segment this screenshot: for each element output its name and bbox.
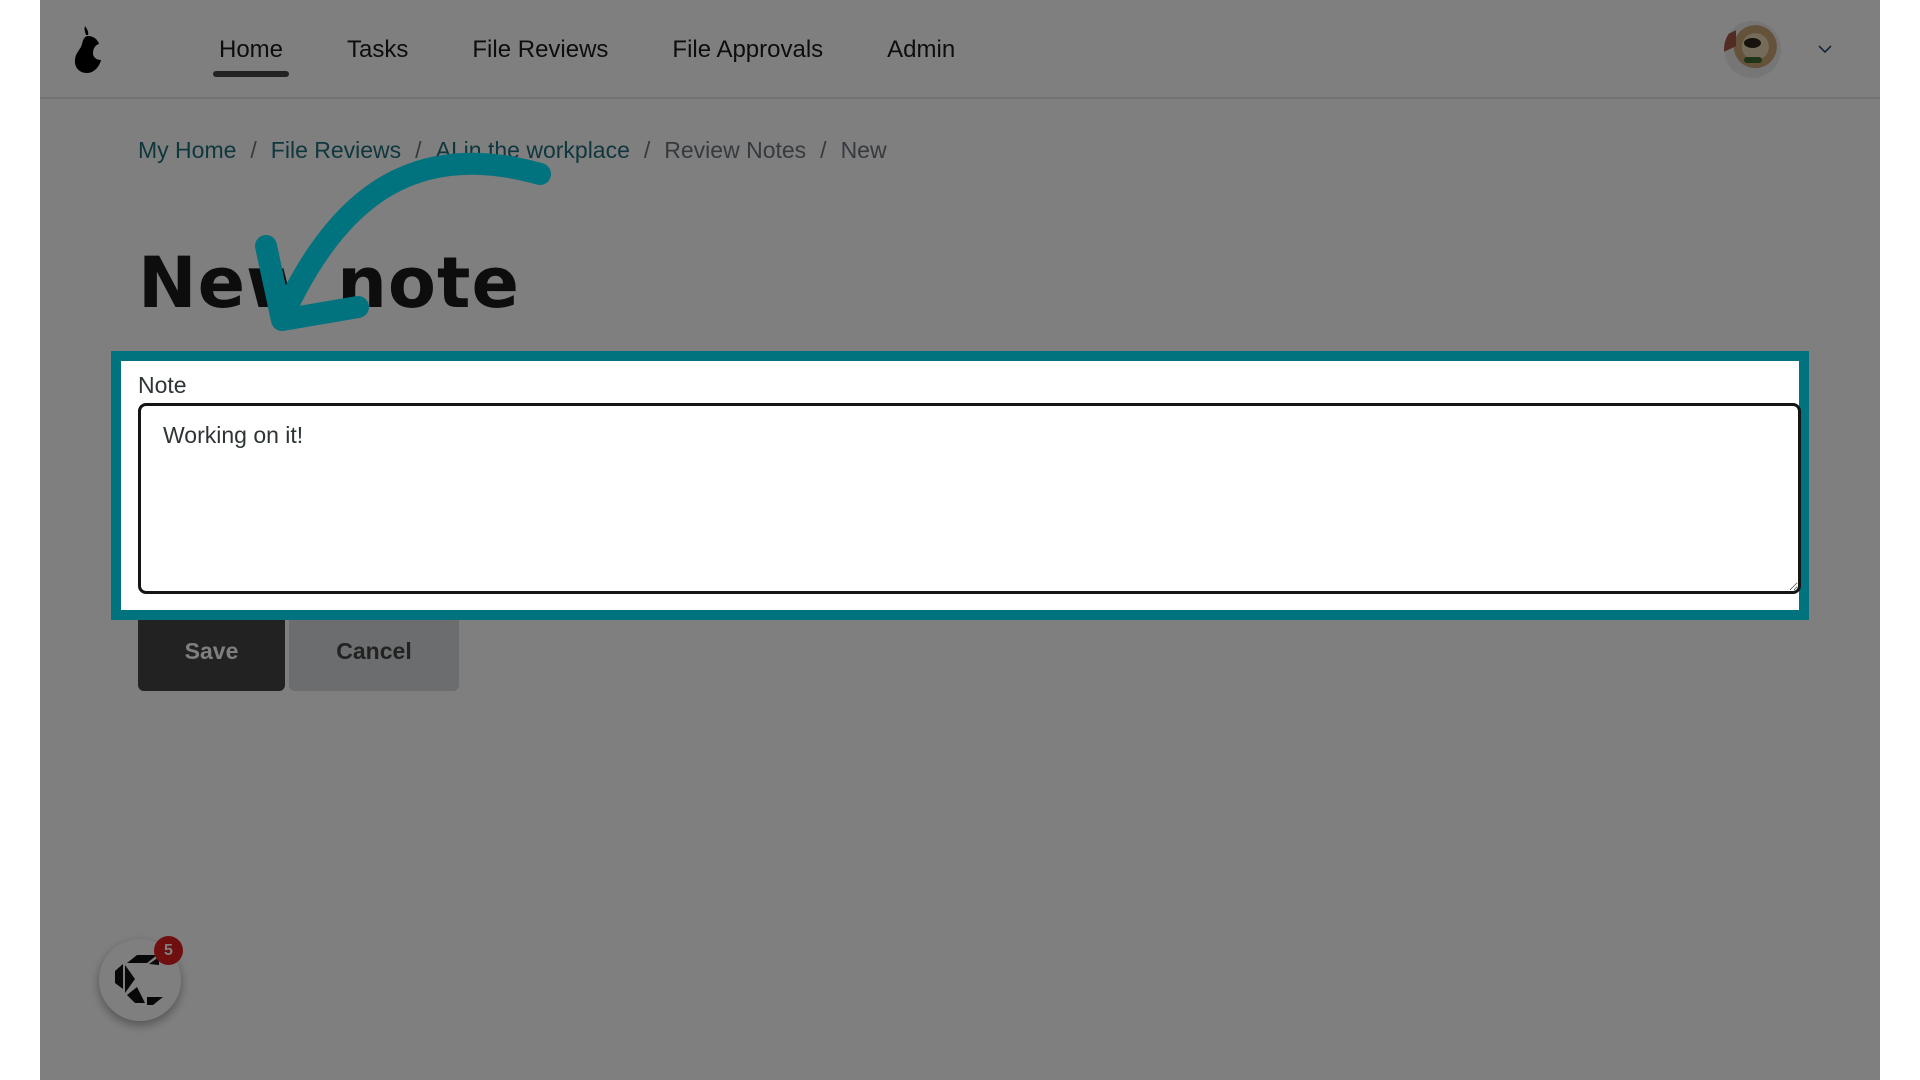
top-header: Home Tasks File Reviews File Approvals A… bbox=[40, 0, 1880, 99]
nav-file-approvals[interactable]: File Approvals bbox=[672, 0, 823, 97]
breadcrumb-separator: / bbox=[643, 137, 651, 163]
pear-logo-icon[interactable] bbox=[72, 24, 108, 76]
note-textarea[interactable] bbox=[138, 403, 1801, 594]
breadcrumb-review-notes: Review Notes bbox=[664, 137, 807, 163]
breadcrumb-separator: / bbox=[820, 137, 827, 163]
breadcrumb-separator: / bbox=[250, 137, 257, 163]
breadcrumb-file-reviews[interactable]: File Reviews bbox=[271, 137, 401, 164]
avatar[interactable] bbox=[1724, 21, 1781, 78]
breadcrumb-ai-in-the-workplace[interactable]: AI in the workplace bbox=[436, 137, 630, 164]
avatar-photo-detail bbox=[1744, 38, 1761, 48]
breadcrumb-separator: / bbox=[415, 137, 422, 163]
nav-file-reviews[interactable]: File Reviews bbox=[472, 0, 608, 97]
page-title: New note bbox=[138, 242, 520, 324]
save-button[interactable]: Save bbox=[138, 611, 285, 691]
cancel-button[interactable]: Cancel bbox=[289, 611, 459, 691]
highlighted-note-field: Note bbox=[111, 351, 1809, 620]
nav-admin[interactable]: Admin bbox=[887, 0, 955, 97]
main-nav: Home Tasks File Reviews File Approvals A… bbox=[212, 0, 1019, 97]
chevron-down-icon[interactable] bbox=[1816, 40, 1834, 58]
breadcrumb-my-home[interactable]: My Home bbox=[138, 137, 236, 164]
note-label: Note bbox=[138, 372, 187, 398]
breadcrumb-new: New bbox=[840, 137, 887, 163]
nav-home[interactable]: Home bbox=[212, 0, 290, 97]
breadcrumb: My Home / File Reviews / AI in the workp… bbox=[138, 137, 887, 164]
nav-tasks[interactable]: Tasks bbox=[347, 0, 408, 97]
avatar-photo-detail bbox=[1724, 30, 1736, 52]
notification-badge: 5 bbox=[154, 936, 183, 965]
avatar-photo-detail bbox=[1744, 57, 1762, 63]
